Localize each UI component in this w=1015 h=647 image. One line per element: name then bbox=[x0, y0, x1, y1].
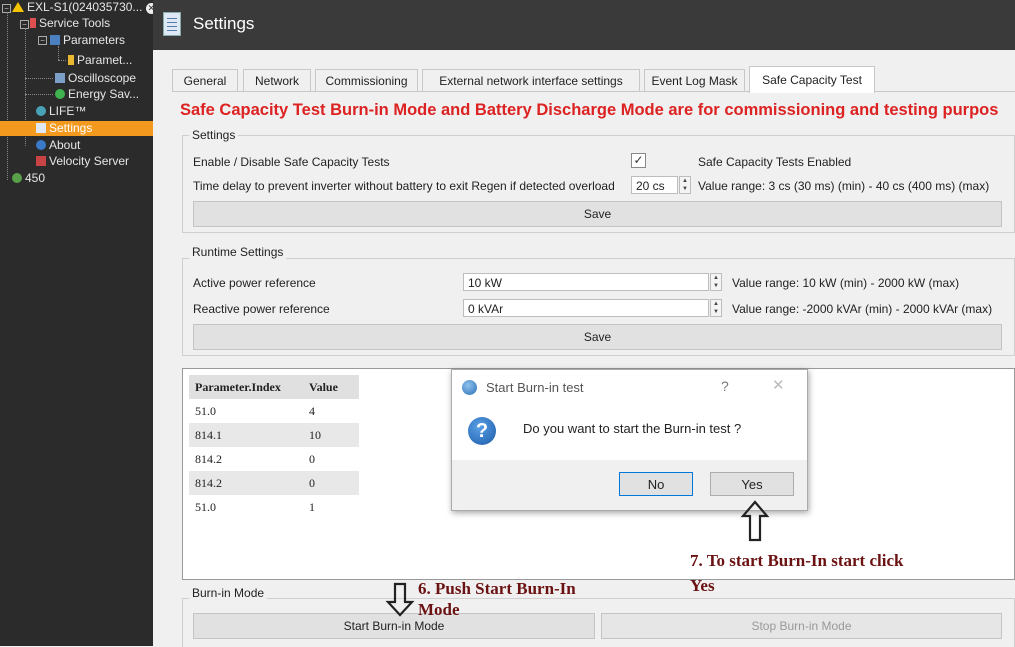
tree-item-energy-saver[interactable]: Energy Sav... bbox=[55, 87, 139, 102]
tab-network[interactable]: Network bbox=[243, 69, 311, 92]
time-delay-range: Value range: 3 cs (30 ms) (min) - 40 cs … bbox=[698, 179, 990, 193]
no-button[interactable]: No bbox=[619, 472, 693, 496]
tab-event-log-mask[interactable]: Event Log Mask bbox=[644, 69, 745, 92]
tree-item-parameters[interactable]: Parameters bbox=[50, 33, 125, 48]
page-header: Settings bbox=[153, 0, 1015, 50]
step6-annotation-line2: Mode bbox=[418, 600, 460, 619]
active-power-label: Active power reference bbox=[193, 276, 316, 290]
enable-label: Enable / Disable Safe Capacity Tests bbox=[193, 155, 390, 169]
time-delay-label: Time delay to prevent inverter without b… bbox=[193, 179, 615, 193]
warning-banner: Safe Capacity Test Burn-in Mode and Batt… bbox=[180, 101, 999, 119]
spin-down-icon: ▼ bbox=[713, 309, 719, 315]
table-cell: 0 bbox=[303, 471, 359, 495]
time-delay-input[interactable]: 20 cs bbox=[631, 176, 678, 194]
active-power-spinner[interactable]: ▲ ▼ bbox=[710, 273, 722, 291]
spin-up-icon: ▲ bbox=[713, 275, 719, 281]
life-icon bbox=[36, 106, 46, 116]
tree-item-life[interactable]: LIFE™ bbox=[36, 104, 86, 119]
page-title: Settings bbox=[193, 14, 255, 33]
navigation-tree: − EXL-S1(024035730... ✕ − Service Tools … bbox=[0, 0, 157, 646]
tree-item-450[interactable]: 450 bbox=[12, 171, 45, 186]
settings-group-label: Settings bbox=[189, 128, 239, 142]
burn-in-group-label: Burn-in Mode bbox=[189, 586, 268, 600]
burn-in-dialog: Start Burn-in test ? ✕ ? Do you want to … bbox=[451, 369, 808, 511]
spin-up-icon: ▲ bbox=[713, 301, 719, 307]
server-icon bbox=[36, 156, 46, 166]
table-row[interactable]: 814.2 0 bbox=[189, 471, 359, 495]
table-cell: 4 bbox=[309, 403, 315, 418]
table-cell: 1 bbox=[309, 499, 315, 514]
time-delay-spinner[interactable]: ▲ ▼ bbox=[679, 176, 691, 194]
table-row[interactable]: 814.2 0 bbox=[189, 447, 359, 471]
yes-button[interactable]: Yes bbox=[710, 472, 794, 496]
reactive-power-spinner[interactable]: ▲ ▼ bbox=[710, 299, 722, 317]
spin-up-icon: ▲ bbox=[682, 178, 688, 184]
tree-item-oscilloscope[interactable]: Oscilloscope bbox=[55, 71, 136, 86]
runtime-group-label: Runtime Settings bbox=[189, 245, 287, 259]
reactive-power-input[interactable]: 0 kVAr bbox=[463, 299, 709, 317]
table-row[interactable]: 814.1 10 bbox=[189, 423, 359, 447]
tab-divider bbox=[172, 91, 1015, 92]
stop-burn-in-button[interactable]: Stop Burn-in Mode bbox=[601, 613, 1002, 639]
tree-item-settings[interactable]: Settings bbox=[0, 121, 153, 136]
enabled-status: Safe Capacity Tests Enabled bbox=[698, 155, 852, 169]
table-cell: 51.0 bbox=[195, 403, 216, 418]
spin-down-icon: ▼ bbox=[682, 186, 688, 192]
parameter-icon bbox=[68, 55, 74, 65]
oscilloscope-icon bbox=[55, 73, 65, 83]
table-cell: 814.1 bbox=[189, 423, 303, 447]
question-icon: ? bbox=[468, 417, 496, 445]
column-header: Parameter.Index bbox=[189, 375, 303, 399]
app-globe-icon bbox=[462, 380, 477, 395]
step7-annotation: 7. To start Burn-In start click bbox=[690, 551, 904, 570]
up-arrow-icon bbox=[740, 500, 770, 542]
runtime-save-button[interactable]: Save bbox=[193, 324, 1002, 350]
table-cell: 0 bbox=[309, 451, 315, 466]
spin-down-icon: ▼ bbox=[713, 283, 719, 289]
dialog-title: Start Burn-in test bbox=[486, 380, 584, 395]
step7-annotation-line2: Yes bbox=[690, 576, 715, 595]
checkmark-icon: ✓ bbox=[633, 153, 644, 167]
dialog-message: Do you want to start the Burn-in test ? bbox=[523, 421, 742, 436]
step6-annotation: 6. Push Start Burn-In bbox=[418, 579, 576, 598]
settings-save-button[interactable]: Save bbox=[193, 201, 1002, 227]
table-cell: 814.2 bbox=[195, 451, 222, 466]
tab-safe-capacity-test[interactable]: Safe Capacity Test bbox=[749, 66, 875, 93]
tab-commissioning[interactable]: Commissioning bbox=[315, 69, 418, 92]
device-icon bbox=[12, 173, 22, 183]
table-row[interactable]: 51.0 1 bbox=[189, 495, 359, 519]
table-cell: 10 bbox=[303, 423, 359, 447]
tree-item-service-tools[interactable]: Service Tools bbox=[30, 16, 110, 31]
down-arrow-icon bbox=[385, 582, 415, 617]
tree-item-about[interactable]: About bbox=[36, 138, 80, 153]
active-power-input[interactable]: 10 kW bbox=[463, 273, 709, 291]
parameters-icon bbox=[50, 35, 60, 45]
column-header: Value bbox=[303, 375, 359, 399]
energy-icon bbox=[55, 89, 65, 99]
warning-icon bbox=[12, 2, 24, 12]
active-power-range: Value range: 10 kW (min) - 2000 kW (max) bbox=[732, 276, 960, 290]
reactive-power-range: Value range: -2000 kVAr (min) - 2000 kVA… bbox=[732, 302, 993, 316]
tree-item-velocity-server[interactable]: Velocity Server bbox=[36, 154, 129, 169]
table-cell: 51.0 bbox=[195, 499, 216, 514]
dialog-close-button[interactable]: ✕ bbox=[772, 376, 785, 394]
collapse-icon[interactable]: − bbox=[38, 36, 47, 45]
info-icon bbox=[36, 140, 46, 150]
tab-external-network[interactable]: External network interface settings bbox=[422, 69, 640, 92]
settings-document-icon bbox=[163, 12, 181, 36]
reactive-power-label: Reactive power reference bbox=[193, 302, 330, 316]
table-cell: 814.2 bbox=[189, 471, 303, 495]
tree-item-parameter-sub[interactable]: Paramet... bbox=[68, 53, 132, 68]
tree-item-device[interactable]: EXL-S1(024035730... ✕ bbox=[12, 0, 157, 15]
tools-icon bbox=[30, 18, 36, 28]
tab-general[interactable]: General bbox=[172, 69, 238, 92]
parameter-table: Parameter.Index Value 51.0 4 814.1 10 814.… bbox=[189, 375, 359, 519]
settings-icon bbox=[36, 123, 46, 133]
enable-checkbox[interactable]: ✓ bbox=[631, 153, 646, 168]
table-row[interactable]: 51.0 4 bbox=[189, 399, 359, 423]
help-button[interactable]: ? bbox=[721, 378, 729, 394]
